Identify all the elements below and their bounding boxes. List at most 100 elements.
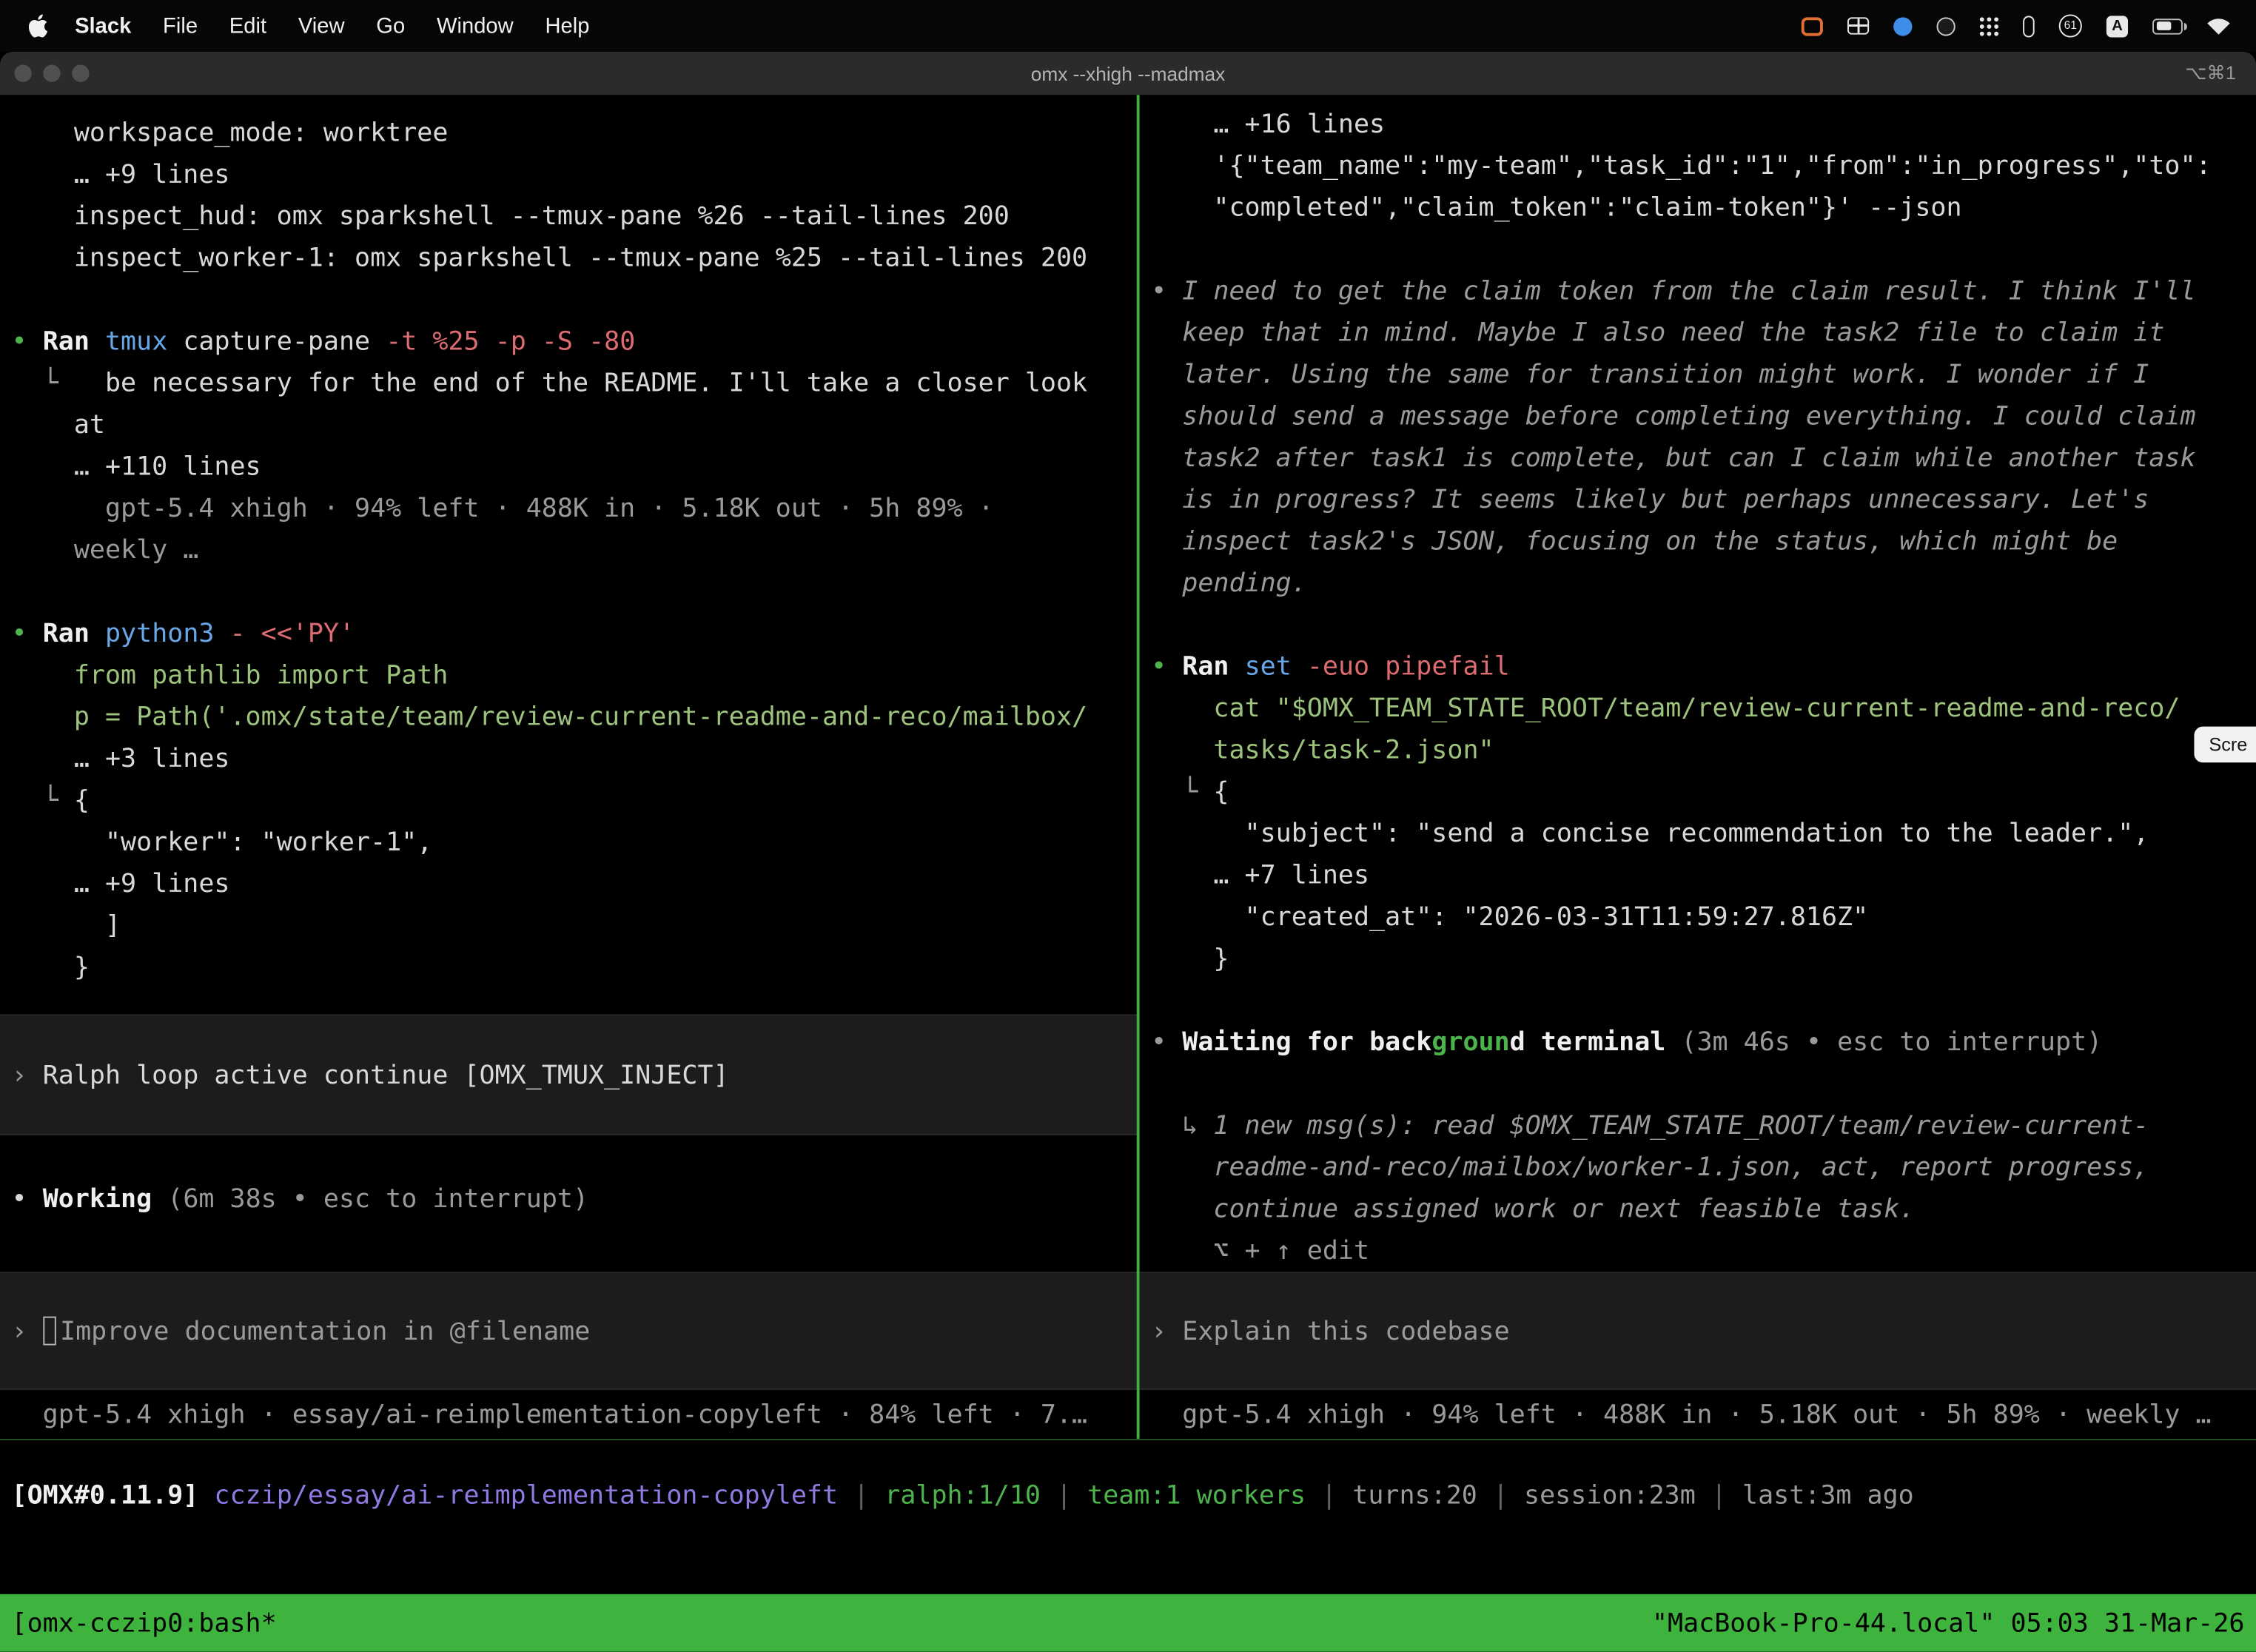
text-segment: … +110 lines: [12, 451, 261, 482]
text-segment: Ran: [43, 326, 105, 357]
terminal-line: gpt-5.4 xhigh · 94% left · 488K in · 5.1…: [1140, 1394, 2212, 1435]
text-segment: … +7 lines: [1151, 860, 1369, 890]
text-segment: -euo pipefail: [1307, 652, 1510, 682]
text-segment: p = Path('.omx/state/team/review-current…: [12, 702, 1088, 733]
terminal-line: └ {: [1140, 771, 2256, 813]
terminal-line: [1140, 229, 2256, 270]
text-segment: (3m 46s • esc to interrupt): [1681, 1027, 2102, 1058]
terminal-panes: workspace_mode: worktree … +9 lines insp…: [0, 95, 2256, 1439]
text-segment: should send a message before completing …: [1151, 401, 2195, 432]
menu-item-window[interactable]: Window: [421, 13, 529, 38]
tmux-session-label: [omx-cczip0:bash*: [12, 1608, 277, 1638]
text-segment: ↳: [1151, 1111, 1213, 1141]
apple-logo-icon[interactable]: [29, 14, 47, 37]
text-segment: last:3m ago: [1742, 1480, 1914, 1511]
menu-item-slack[interactable]: Slack: [59, 13, 147, 38]
text-segment: workspace_mode: worktree: [12, 118, 449, 148]
percent-gauge-icon[interactable]: 61: [2059, 14, 2082, 37]
dots-grid-icon[interactable]: [1980, 16, 1998, 35]
window-controls: [0, 64, 101, 81]
text-segment: 1 new msg(s): read $OMX_TEAM_STATE_ROOT/…: [1213, 1111, 2149, 1141]
minimize-button[interactable]: [43, 64, 60, 81]
input-source-icon[interactable]: A: [2106, 15, 2128, 36]
menu-bar-status-icons: 61 A: [1802, 14, 2242, 37]
text-segment: groun: [1431, 1027, 1509, 1058]
terminal-line: readme-and-reco/mailbox/worker-1.json, a…: [1140, 1146, 2256, 1188]
spacer: [0, 988, 1137, 1014]
text-segment: |: [1041, 1480, 1087, 1511]
sidebar-pill-icon[interactable]: [2023, 15, 2035, 36]
right-prompt-band[interactable]: › Explain this codebase: [1140, 1272, 2256, 1389]
text-segment: cczip/essay/ai-reimplementation-copyleft: [214, 1480, 838, 1511]
desktop: Slack FileEditViewGoWindowHelp 61 A omx -…: [0, 0, 2256, 1652]
blue-orb-icon[interactable]: [1893, 16, 1912, 35]
menu-item-help[interactable]: Help: [529, 13, 605, 38]
left-prompt-band[interactable]: › Improve documentation in @filename: [0, 1272, 1137, 1389]
bottom-pane: [OMX#0.11.9] cczip/essay/ai-reimplementa…: [0, 1440, 2256, 1594]
terminal-line: "created_at": "2026-03-31T11:59:27.816Z": [1140, 896, 2256, 938]
terminal-line: keep that in mind. Maybe I also need the…: [1140, 312, 2256, 354]
terminal-line: continue assigned work or next feasible …: [1140, 1189, 2256, 1230]
text-segment: |: [838, 1480, 884, 1511]
left-pane[interactable]: workspace_mode: worktree … +9 lines insp…: [0, 95, 1137, 1439]
text-segment: session:23m: [1524, 1480, 1696, 1511]
terminal-line: › Improve documentation in @filename: [0, 1310, 590, 1352]
screen-capture-popover[interactable]: Scre: [2195, 727, 2256, 763]
terminal-line: … +3 lines: [0, 738, 1137, 779]
dark-disc-icon[interactable]: [1936, 16, 1955, 35]
window-title-bar[interactable]: omx --xhigh --madmax ⌥⌘1: [0, 52, 2256, 95]
battery-icon[interactable]: [2152, 18, 2183, 33]
terminal-line: tasks/task-2.json": [1140, 730, 2256, 771]
terminal-line: gpt-5.4 xhigh · 94% left · 488K in · 5.1…: [0, 488, 1137, 529]
text-segment: cat "$OMX_TEAM_STATE_ROOT/team/review-cu…: [1151, 694, 2180, 724]
right-pane[interactable]: … +16 lines '{"team_name":"my-team","tas…: [1140, 95, 2256, 1439]
omx-status-line: [OMX#0.11.9] cczip/essay/ai-reimplementa…: [0, 1474, 2256, 1516]
tmux-status-bar: [omx-cczip0:bash* "MacBook-Pro-44.local"…: [0, 1594, 2256, 1652]
terminal-line: • Ran python3 - <<'PY': [0, 613, 1137, 654]
text-segment: I need to get the claim token from the c…: [1182, 276, 2195, 306]
left-pane-statusline: gpt-5.4 xhigh · essay/ai-reimplementatio…: [0, 1390, 1137, 1439]
window-title: omx --xhigh --madmax: [0, 63, 2256, 84]
menu-item-go[interactable]: Go: [360, 13, 421, 38]
terminal-line: … +9 lines: [0, 863, 1137, 904]
zoom-button[interactable]: [72, 64, 89, 81]
terminal-line: "subject": "send a concise recommendatio…: [1140, 813, 2256, 854]
text-segment: python3: [105, 619, 230, 649]
text-segment: is in progress? It seems likely but perh…: [1151, 485, 2149, 515]
text-segment: |: [1696, 1480, 1742, 1511]
menu-item-file[interactable]: File: [147, 13, 214, 38]
right-pane-statusline: gpt-5.4 xhigh · 94% left · 488K in · 5.1…: [1140, 1390, 2256, 1439]
text-segment: ›: [12, 1316, 43, 1346]
window-shortcut-hint: ⌥⌘1: [2185, 62, 2235, 85]
text-segment: "worker": "worker-1",: [12, 827, 433, 858]
terminal-line: … +16 lines: [1140, 104, 2256, 145]
close-button[interactable]: [14, 64, 31, 81]
terminal-line: '{"team_name":"my-team","task_id":"1","f…: [1140, 145, 2256, 187]
text-segment: }: [12, 953, 90, 983]
text-segment: Working: [43, 1184, 168, 1215]
terminal-line: … +9 lines: [0, 154, 1137, 195]
terminal-line: • Ran tmux capture-pane -t %25 -p -S -80: [0, 320, 1137, 362]
terminal-line: › Ralph loop active continue [OMX_TMUX_I…: [0, 1054, 729, 1095]
text-segment: {: [1213, 777, 1229, 807]
prompt-band[interactable]: › Ralph loop active continue [OMX_TMUX_I…: [0, 1014, 1137, 1135]
text-segment: -t %25 -p -S -80: [386, 326, 635, 357]
terminal-line: └ {: [0, 780, 1137, 822]
terminal-line: task2 after task1 is complete, but can I…: [1140, 437, 2256, 479]
text-segment: turns:20: [1352, 1480, 1477, 1511]
text-segment: later. Using the same for transition mig…: [1151, 360, 2149, 390]
window-tiles-icon[interactable]: [1847, 17, 1869, 34]
text-segment: └: [1151, 777, 1213, 807]
menu-item-edit[interactable]: Edit: [213, 13, 282, 38]
terminal-line: … +7 lines: [1140, 855, 2256, 896]
text-segment: at: [12, 410, 105, 440]
text-segment: •: [1151, 1027, 1182, 1058]
text-segment: inspect task2's JSON, focusing on the st…: [1151, 526, 2118, 557]
text-segment: ]: [12, 910, 121, 941]
wifi-icon[interactable]: [2207, 17, 2230, 34]
text-segment: '{"team_name":"my-team","task_id":"1","f…: [1151, 151, 2212, 181]
menu-item-view[interactable]: View: [282, 13, 360, 38]
screen-recording-indicator-icon[interactable]: [1802, 16, 1823, 35]
terminal-line: gpt-5.4 xhigh · essay/ai-reimplementatio…: [0, 1394, 1087, 1435]
text-segment: be necessary for the end of the README. …: [105, 369, 1087, 399]
